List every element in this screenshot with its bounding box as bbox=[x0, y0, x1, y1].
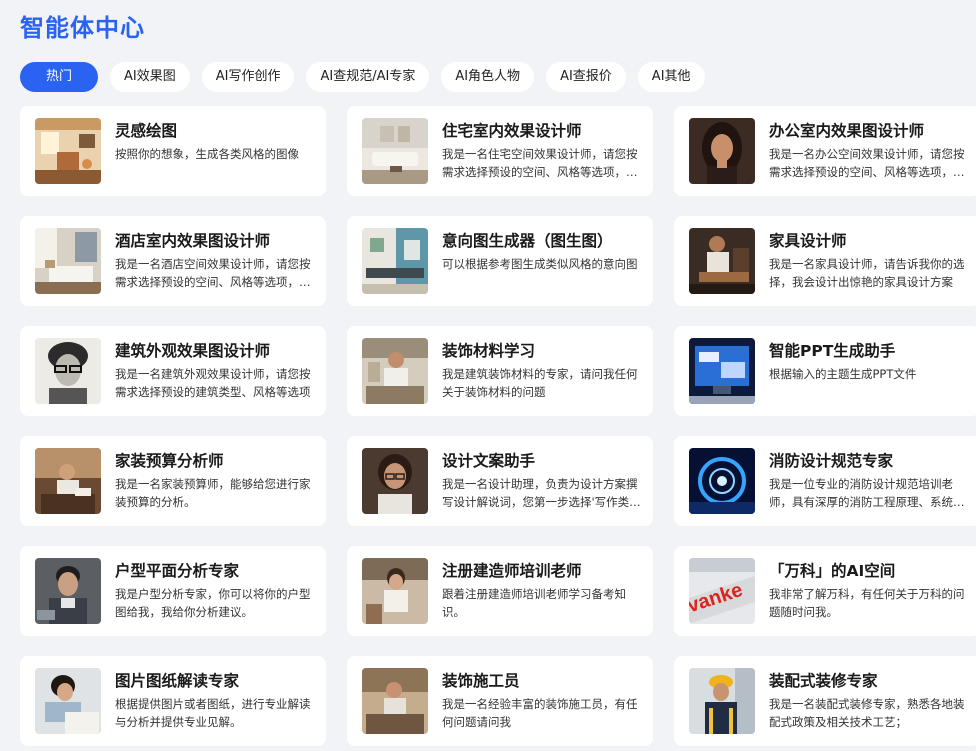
sketch-man-thumbnail bbox=[35, 338, 101, 404]
agent-desc: 我是一名装配式装修专家，熟悉各地装配式政策及相关技术工艺； bbox=[769, 697, 965, 729]
agent-desc: 按照你的想象，生成各类风格的图像 bbox=[115, 147, 299, 161]
hotel-room-thumbnail bbox=[35, 228, 101, 294]
budget-analyst-thumbnail bbox=[35, 448, 101, 514]
agent-desc: 我是一名经验丰富的装饰施工员，有任何问题请问我 bbox=[442, 697, 638, 729]
agent-title: 办公室内效果图设计师 bbox=[769, 122, 925, 140]
agent-card[interactable]: 办公室内效果图设计师 我是一名办公空间效果设计师，请您按需求选择预设的空间、风格… bbox=[674, 106, 976, 196]
agent-card[interactable]: 意向图生成器（图生图） 可以根据参考图生成类似风格的意向图 bbox=[347, 216, 653, 306]
page-title: 智能体中心 bbox=[20, 14, 145, 42]
agent-card[interactable]: 家装预算分析师 我是一名家装预算师，能够给您进行家装预算的分析。 bbox=[20, 436, 326, 526]
agent-desc: 我是一名家装预算师，能够给您进行家装预算的分析。 bbox=[115, 477, 311, 509]
agent-title: 图片图纸解读专家 bbox=[115, 672, 240, 690]
agent-title: 设计文案助手 bbox=[442, 452, 536, 470]
agent-desc: 根据提供图片或者图纸，进行专业解读与分析并提供专业见解。 bbox=[115, 697, 311, 729]
living-room-thumbnail bbox=[362, 118, 428, 184]
hardhat-worker-thumbnail bbox=[689, 668, 755, 734]
agent-card[interactable]: 灵感绘图 按照你的想象，生成各类风格的图像 bbox=[20, 106, 326, 196]
agent-card[interactable]: 家具设计师 我是一名家具设计师，请告诉我你的选择，我会设计出惊艳的家具设计方案 bbox=[674, 216, 976, 306]
reading-woman-thumbnail bbox=[35, 668, 101, 734]
vanke-logo-thumbnail: vanke bbox=[689, 558, 755, 624]
agent-desc: 跟着注册建造师培训老师学习备考知识。 bbox=[442, 587, 626, 619]
agent-desc: 我是一名设计助理，负责为设计方案撰写设计解说词，您第一步选择'写作类型' bbox=[442, 477, 638, 509]
agent-desc: 我非常了解万科，有任何关于万科的问题随时问我。 bbox=[769, 587, 965, 619]
agent-card[interactable]: 注册建造师培训老师 跟着注册建造师培训老师学习备考知识。 bbox=[347, 546, 653, 636]
agent-desc: 我是一名办公空间效果设计师，请您按需求选择预设的空间、风格等选项，并描述您的需求 bbox=[769, 147, 965, 179]
agent-desc: 根据输入的主题生成PPT文件 bbox=[769, 367, 917, 381]
agent-desc: 我是一名酒店空间效果设计师，请您按需求选择预设的空间、风格等选项，并描述您的需求 bbox=[115, 257, 311, 289]
floorplan-man-thumbnail bbox=[35, 558, 101, 624]
agent-card[interactable]: 设计文案助手 我是一名设计助理，负责为设计方案撰写设计解说词，您第一步选择'写作… bbox=[347, 436, 653, 526]
agent-title: 装配式装修专家 bbox=[769, 672, 878, 690]
agent-grid: 灵感绘图 按照你的想象，生成各类风格的图像 住宅室内效果设计师 我是一名住宅空间… bbox=[20, 106, 976, 746]
agent-card[interactable]: 图片图纸解读专家 根据提供图片或者图纸，进行专业解读与分析并提供专业见解。 bbox=[20, 656, 326, 746]
agent-card[interactable]: 装饰材料学习 我是建筑装饰材料的专家，请问我任何关于装饰材料的问题 bbox=[347, 326, 653, 416]
agent-title: 智能PPT生成助手 bbox=[769, 342, 896, 360]
agent-desc: 我是户型分析专家，你可以将你的户型图给我，我给你分析建议。 bbox=[115, 587, 311, 619]
agent-title: 装饰材料学习 bbox=[442, 342, 536, 360]
ppt-screen-thumbnail bbox=[689, 338, 755, 404]
material-expert-thumbnail bbox=[362, 338, 428, 404]
worker-thumbnail bbox=[362, 668, 428, 734]
agent-card[interactable]: vanke 「万科」的AI空间 我非常了解万科，有任何关于万科的问题随时问我。 bbox=[674, 546, 976, 636]
tab-ai-standards[interactable]: AI查规范/AI专家 bbox=[306, 62, 430, 92]
agent-title: 灵感绘图 bbox=[115, 122, 178, 140]
carpenter-thumbnail bbox=[689, 228, 755, 294]
agent-desc: 我是一名住宅空间效果设计师，请您按需求选择预设的空间、风格等选项，并描述您的需求 bbox=[442, 147, 638, 179]
tab-ai-characters[interactable]: AI角色人物 bbox=[441, 62, 535, 92]
agent-card[interactable]: 装饰施工员 我是一名经验丰富的装饰施工员，有任何问题请问我 bbox=[347, 656, 653, 746]
woman-portrait-thumbnail bbox=[689, 118, 755, 184]
category-tabs: 热门 AI效果图 AI写作创作 AI查规范/AI专家 AI角色人物 AI查报价 … bbox=[20, 62, 717, 92]
tab-ai-writing[interactable]: AI写作创作 bbox=[201, 62, 295, 92]
agent-title: 注册建造师培训老师 bbox=[442, 562, 582, 580]
agent-desc: 可以根据参考图生成类似风格的意向图 bbox=[442, 257, 638, 271]
agent-desc: 我是一名建筑外观效果设计师，请您按需求选择预设的建筑类型、风格等选项 bbox=[115, 367, 311, 399]
agent-desc: 我是一名家具设计师，请告诉我你的选择，我会设计出惊艳的家具设计方案 bbox=[769, 257, 965, 289]
agent-title: 「万科」的AI空间 bbox=[769, 562, 896, 580]
tab-ai-rendering[interactable]: AI效果图 bbox=[110, 62, 190, 92]
agent-title: 酒店室内效果图设计师 bbox=[115, 232, 271, 250]
agent-desc: 我是一位专业的消防设计规范培训老师，具有深厚的消防工程原理、系统设计知识 bbox=[769, 477, 965, 509]
tab-hot[interactable]: 热门 bbox=[20, 62, 99, 92]
agent-title: 户型平面分析专家 bbox=[115, 562, 240, 580]
agent-title: 住宅室内效果设计师 bbox=[442, 122, 582, 140]
agent-title: 家装预算分析师 bbox=[115, 452, 224, 470]
agent-card[interactable]: 酒店室内效果图设计师 我是一名酒店空间效果设计师，请您按需求选择预设的空间、风格… bbox=[20, 216, 326, 306]
agent-title: 消防设计规范专家 bbox=[769, 452, 894, 470]
assistant-woman-thumbnail bbox=[362, 448, 428, 514]
agent-card[interactable]: 消防设计规范专家 我是一位专业的消防设计规范培训老师，具有深厚的消防工程原理、系… bbox=[674, 436, 976, 526]
agent-card[interactable]: 建筑外观效果图设计师 我是一名建筑外观效果设计师，请您按需求选择预设的建筑类型、… bbox=[20, 326, 326, 416]
agent-title: 建筑外观效果图设计师 bbox=[115, 342, 271, 360]
agent-card[interactable]: 户型平面分析专家 我是户型分析专家，你可以将你的户型图给我，我给你分析建议。 bbox=[20, 546, 326, 636]
tab-ai-quotes[interactable]: AI查报价 bbox=[546, 62, 626, 92]
agent-title: 家具设计师 bbox=[769, 232, 847, 250]
tab-ai-other[interactable]: AI其他 bbox=[637, 62, 705, 92]
teacher-thumbnail bbox=[362, 558, 428, 624]
agent-card[interactable]: 住宅室内效果设计师 我是一名住宅空间效果设计师，请您按需求选择预设的空间、风格等… bbox=[347, 106, 653, 196]
agent-card[interactable]: 装配式装修专家 我是一名装配式装修专家，熟悉各地装配式政策及相关技术工艺； bbox=[674, 656, 976, 746]
tech-circle-thumbnail bbox=[689, 448, 755, 514]
interior-teal-thumbnail bbox=[362, 228, 428, 294]
agent-title: 装饰施工员 bbox=[442, 672, 520, 690]
agent-title: 意向图生成器（图生图） bbox=[442, 232, 613, 250]
agent-desc: 我是建筑装饰材料的专家，请问我任何关于装饰材料的问题 bbox=[442, 367, 638, 399]
room-painting-thumbnail bbox=[35, 118, 101, 184]
agent-card[interactable]: 智能PPT生成助手 根据输入的主题生成PPT文件 bbox=[674, 326, 976, 416]
